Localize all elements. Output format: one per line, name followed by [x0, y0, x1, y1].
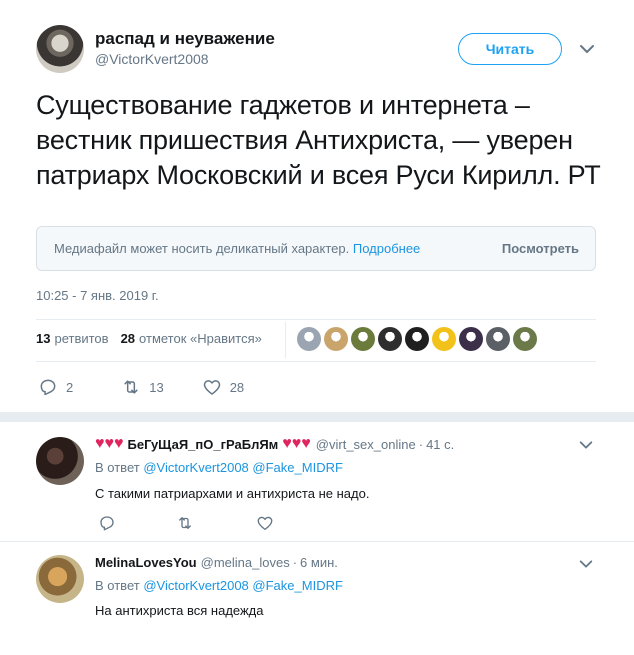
liker-avatar[interactable]	[486, 327, 510, 351]
reply-to-line: В ответ @VictorKvert2008 @Fake_MIDRF	[95, 460, 343, 475]
likers-avatars	[297, 327, 537, 351]
divider	[36, 319, 596, 320]
liker-avatar[interactable]	[432, 327, 456, 351]
learn-more-link[interactable]: Подробнее	[353, 241, 420, 256]
retweets-count: 13	[36, 331, 51, 346]
section-separator	[0, 412, 634, 422]
liker-avatar[interactable]	[513, 327, 537, 351]
tweet-timestamp[interactable]: 10:25 - 7 янв. 2019 г.	[36, 288, 159, 303]
view-media-button[interactable]: Посмотреть	[502, 241, 579, 256]
mention-link[interactable]: @VictorKvert2008	[143, 460, 248, 475]
reply-to-line: В ответ @VictorKvert2008 @Fake_MIDRF	[95, 578, 343, 593]
reply-icon[interactable]	[98, 514, 116, 532]
reply-author-handle[interactable]: @virt_sex_online	[316, 437, 416, 452]
divider	[36, 361, 596, 362]
reply-to-label: В ответ	[95, 460, 140, 475]
retweet-icon[interactable]	[176, 514, 194, 532]
likes-stat[interactable]: 28 отметок «Нравится»	[121, 331, 262, 346]
follow-button[interactable]: Читать	[458, 33, 562, 65]
reply-author-handle[interactable]: @melina_loves	[201, 555, 290, 570]
heart-icon[interactable]	[256, 514, 274, 532]
reply-action[interactable]: 2	[38, 377, 73, 397]
sensitive-notice-label: Медиафайл может носить деликатный характ…	[54, 241, 350, 256]
reply-to-label: В ответ	[95, 578, 140, 593]
retweets-stat[interactable]: 13 ретвитов	[36, 331, 109, 346]
tweet-stats: 13 ретвитов 28 отметок «Нравится»	[36, 331, 262, 346]
liker-avatar[interactable]	[378, 327, 402, 351]
like-count: 28	[229, 379, 245, 395]
heart-emoji: ♥♥♥	[95, 435, 124, 452]
stats-divider	[285, 322, 286, 358]
author-avatar[interactable]	[36, 25, 84, 73]
mention-link[interactable]: @Fake_MIDRF	[252, 460, 343, 475]
tweet-text: Существование гаджетов и интернета – вес…	[36, 90, 601, 190]
likes-label: отметок «Нравится»	[139, 331, 262, 346]
sensitive-notice-text: Медиафайл может носить деликатный характ…	[54, 241, 420, 256]
retweet-icon	[124, 380, 138, 394]
author-name[interactable]: распад и неуважение	[95, 29, 275, 49]
reply-icon	[40, 379, 56, 396]
reply-author-name[interactable]: MelinaLovesYou	[95, 555, 197, 570]
reply-header: MelinaLovesYou @melina_loves · 6 мин.	[95, 555, 338, 570]
reply-time[interactable]: 6 мин.	[300, 555, 338, 570]
liker-avatar[interactable]	[405, 327, 429, 351]
liker-avatar[interactable]	[459, 327, 483, 351]
mention-link[interactable]: @VictorKvert2008	[143, 578, 248, 593]
heart-icon	[203, 380, 220, 395]
divider	[0, 541, 634, 542]
chevron-down-icon[interactable]	[578, 40, 596, 58]
mention-link[interactable]: @Fake_MIDRF	[252, 578, 343, 593]
reply-author-name[interactable]: БеГуЩаЯ_пО_гРаБлЯм	[128, 437, 279, 452]
retweet-action[interactable]: 13	[121, 377, 164, 397]
liker-avatar[interactable]	[324, 327, 348, 351]
reply-count: 2	[66, 379, 74, 395]
reply-text: На антихриста вся надежда	[95, 603, 264, 618]
sensitive-media-notice: Медиафайл может носить деликатный характ…	[36, 226, 596, 271]
reply-avatar[interactable]	[36, 555, 84, 603]
liker-avatar[interactable]	[297, 327, 321, 351]
likes-count: 28	[120, 331, 136, 346]
chevron-down-icon[interactable]	[578, 556, 594, 572]
author-handle[interactable]: @VictorKvert2008	[95, 51, 209, 67]
reply-time[interactable]: 41 с.	[426, 437, 454, 452]
chevron-down-icon[interactable]	[578, 437, 594, 453]
retweet-count: 13	[149, 379, 164, 395]
reply-actions	[98, 514, 274, 532]
like-action[interactable]: 28	[202, 377, 244, 397]
retweets-label: ретвитов	[54, 331, 109, 346]
liker-avatar[interactable]	[351, 327, 375, 351]
heart-emoji: ♥♥♥	[282, 435, 311, 452]
reply-header: ♥♥♥ БеГуЩаЯ_пО_гРаБлЯм ♥♥♥ @virt_sex_onl…	[95, 435, 455, 452]
reply-avatar[interactable]	[36, 437, 84, 485]
tweet-actions: 2 13 28	[38, 377, 244, 397]
reply-text: С такими патриархами и антихриста не над…	[95, 486, 370, 501]
